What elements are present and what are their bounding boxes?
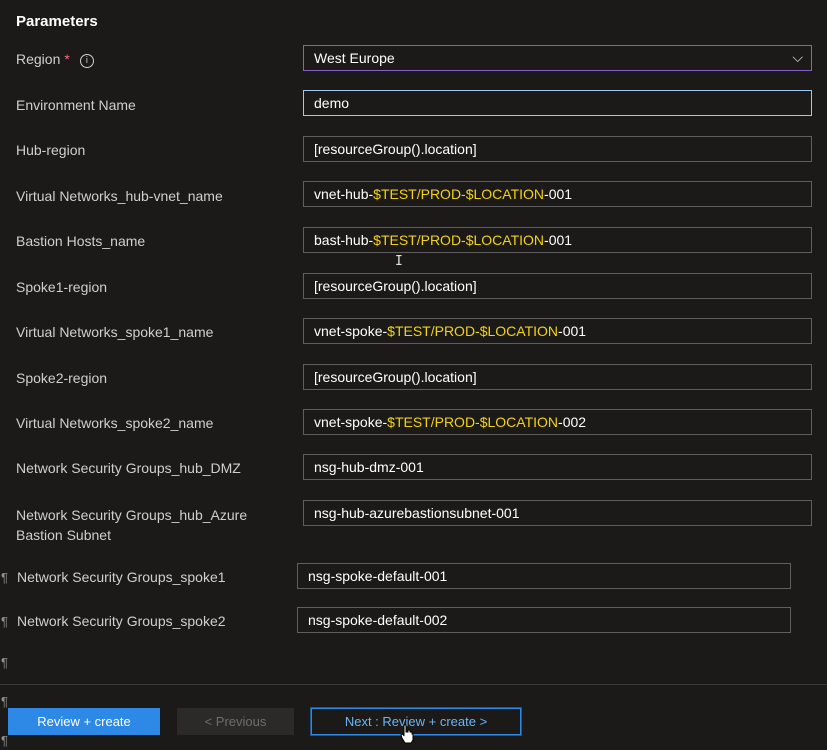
hub-vnet-name-suffix: -001 xyxy=(544,186,573,202)
spoke1-vnet-name-variable: $TEST/PROD-$LOCATION xyxy=(387,323,559,339)
spoke1-vnet-name-input[interactable]: vnet-spoke-$TEST/PROD-$LOCATION-001 xyxy=(303,318,812,344)
spoke2-vnet-name-label: Virtual Networks_spoke2_name xyxy=(16,415,214,431)
bastion-hosts-name-variable: $TEST/PROD-$LOCATION xyxy=(373,232,545,248)
nsg-spoke2-input[interactable]: nsg-spoke-default-002 xyxy=(297,607,791,633)
spoke1-vnet-name-suffix: -001 xyxy=(558,323,587,339)
spoke1-region-label: Spoke1-region xyxy=(16,279,108,295)
review-create-button[interactable]: Review + create xyxy=(8,708,160,735)
page-title: Parameters xyxy=(16,13,98,30)
spoke1-vnet-name-label: Virtual Networks_spoke1_name xyxy=(16,324,214,340)
hub-region-label: Hub-region xyxy=(16,142,86,158)
region-label: Region * i xyxy=(16,49,286,69)
environment-name-input[interactable]: demo xyxy=(303,90,812,116)
footer-divider xyxy=(0,684,827,685)
nsg-hub-dmz-input[interactable]: nsg-hub-dmz-001 xyxy=(303,454,812,480)
chevron-down-icon[interactable]: ⌵ xyxy=(792,46,803,70)
hub-vnet-name-input[interactable]: vnet-hub-$TEST/PROD-$LOCATION-001 xyxy=(303,181,812,207)
spoke2-region-input[interactable]: [resourceGroup().location] xyxy=(303,364,812,390)
hub-region-input[interactable]: [resourceGroup().location] xyxy=(303,136,812,162)
environment-name-label: Environment Name xyxy=(16,97,136,113)
region-select[interactable]: West Europe ⌵ xyxy=(303,45,812,71)
next-review-create-button[interactable]: Next : Review + create > xyxy=(310,707,522,736)
nsg-hub-bastion-label-line1: Network Security Groups_hub_Azure xyxy=(16,507,248,523)
nsg-spoke1-label: Network Security Groups_spoke1 xyxy=(17,569,226,585)
info-icon[interactable]: i xyxy=(79,54,94,68)
hub-vnet-name-label: Virtual Networks_hub-vnet_name xyxy=(16,188,223,204)
spoke2-vnet-name-input[interactable]: vnet-spoke-$TEST/PROD-$LOCATION-002 xyxy=(303,409,812,435)
bastion-hosts-name-label: Bastion Hosts_name xyxy=(16,233,146,249)
nsg-hub-dmz-label: Network Security Groups_hub_DMZ xyxy=(16,460,241,476)
pilcrow-mark: ¶ xyxy=(1,694,8,709)
spoke2-region-label: Spoke2-region xyxy=(16,370,108,386)
pointer-hand-cursor-icon xyxy=(400,724,414,744)
nsg-hub-bastion-input[interactable]: nsg-hub-azurebastionsubnet-001 xyxy=(303,500,812,526)
required-indicator: * xyxy=(64,51,70,67)
pilcrow-mark: ¶ xyxy=(1,614,8,629)
spoke1-vnet-name-prefix: vnet-spoke- xyxy=(314,323,388,339)
region-select-value: West Europe xyxy=(314,50,395,66)
bastion-hosts-name-input[interactable]: bast-hub-$TEST/PROD-$LOCATION-001 xyxy=(303,227,812,253)
i-beam-cursor-icon: I xyxy=(395,254,403,269)
previous-button[interactable]: < Previous xyxy=(177,708,294,735)
spoke2-vnet-name-suffix: -002 xyxy=(558,414,587,430)
region-label-text: Region xyxy=(16,51,61,67)
pilcrow-mark: ¶ xyxy=(1,733,8,748)
spoke1-region-input[interactable]: [resourceGroup().location] xyxy=(303,273,812,299)
nsg-hub-bastion-label-line2: Bastion Subnet xyxy=(16,527,111,543)
bastion-hosts-name-suffix: -001 xyxy=(544,232,573,248)
hub-vnet-name-variable: $TEST/PROD-$LOCATION xyxy=(373,186,545,202)
bastion-hosts-name-prefix: bast-hub- xyxy=(314,232,374,248)
hub-vnet-name-prefix: vnet-hub- xyxy=(314,186,374,202)
spoke2-vnet-name-variable: $TEST/PROD-$LOCATION xyxy=(387,414,559,430)
spoke2-vnet-name-prefix: vnet-spoke- xyxy=(314,414,388,430)
nsg-spoke2-label: Network Security Groups_spoke2 xyxy=(17,613,226,629)
pilcrow-mark: ¶ xyxy=(1,570,8,585)
pilcrow-mark: ¶ xyxy=(1,655,8,670)
nsg-spoke1-input[interactable]: nsg-spoke-default-001 xyxy=(297,563,791,589)
